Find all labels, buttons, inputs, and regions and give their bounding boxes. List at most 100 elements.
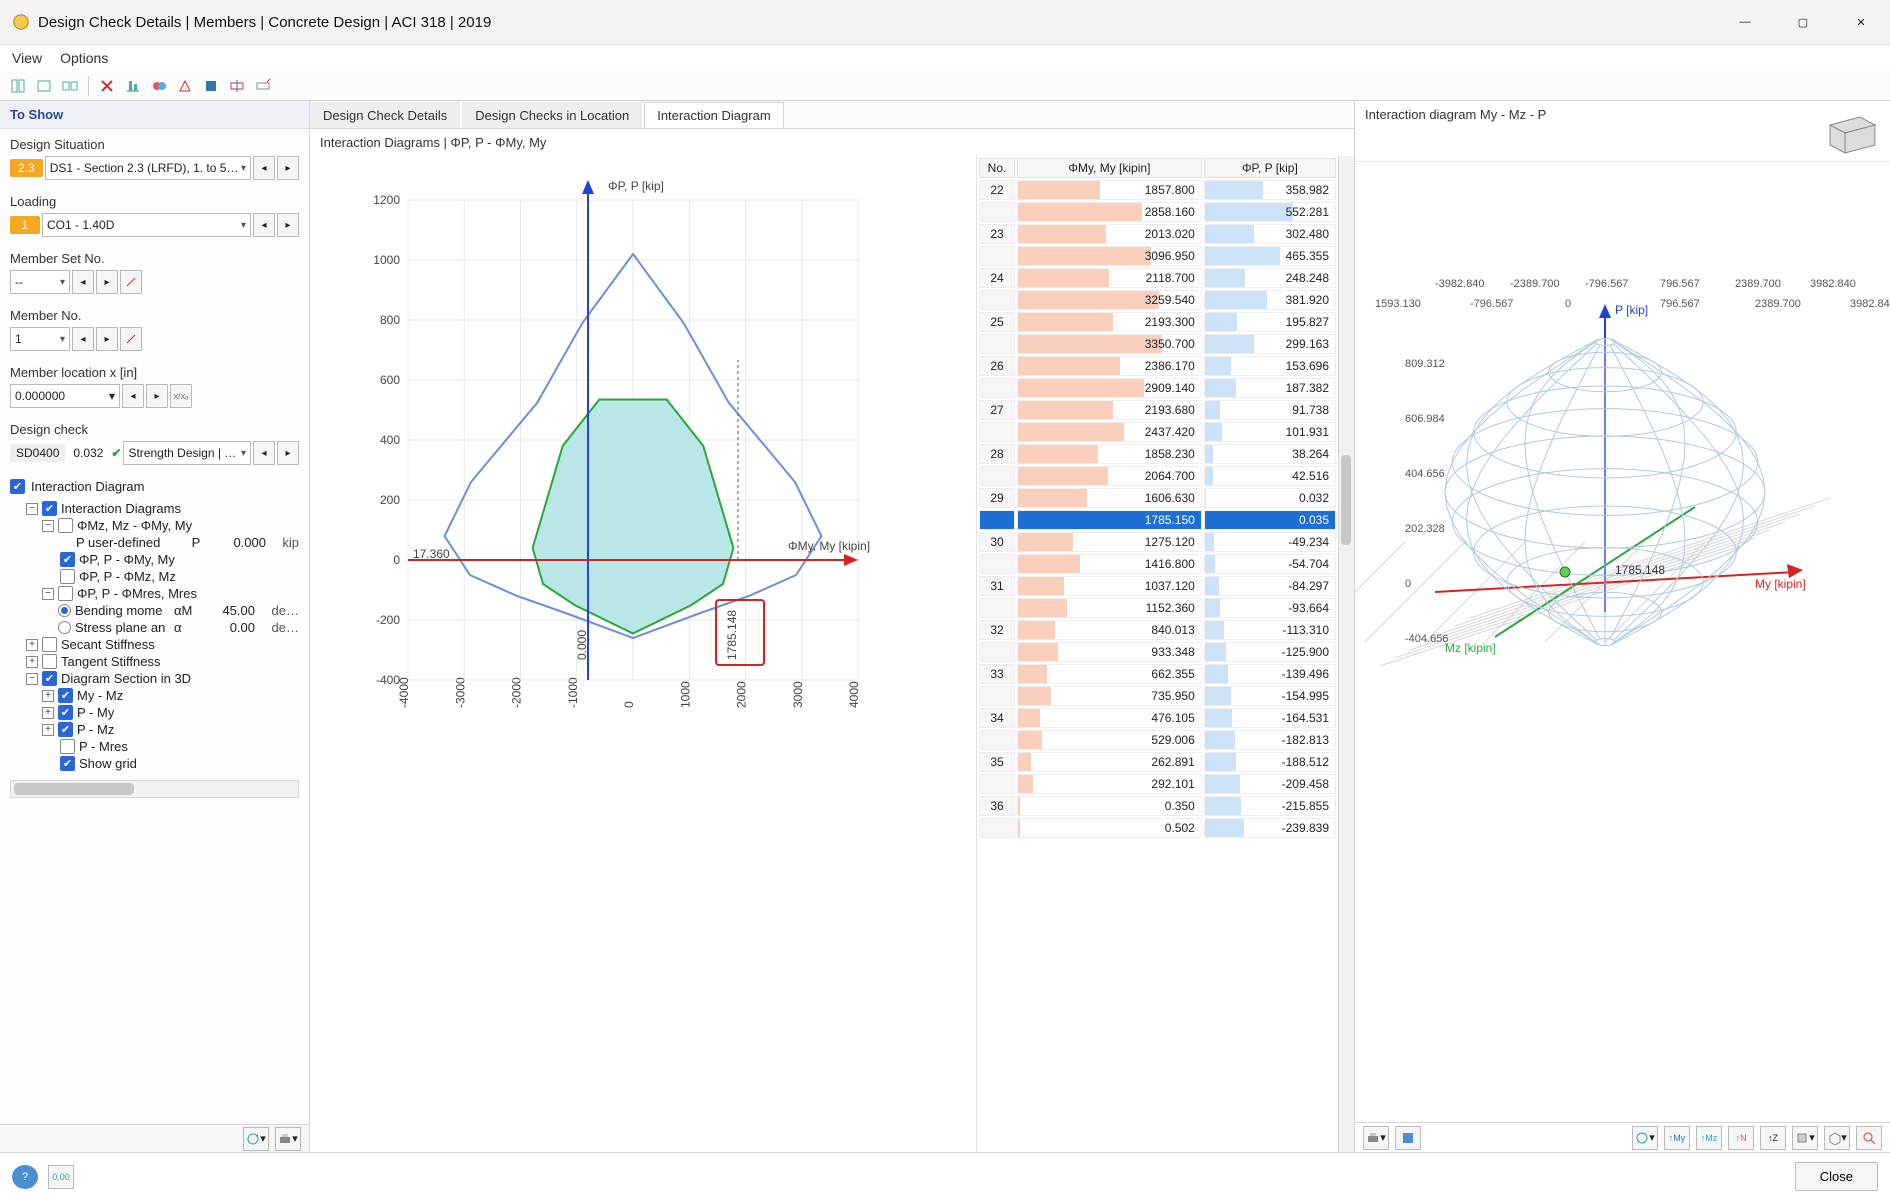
- table-row[interactable]: 35262.891-188.512: [979, 752, 1336, 772]
- exp-n5[interactable]: +: [26, 639, 38, 651]
- memberno-select[interactable]: 1▾: [10, 327, 70, 351]
- memberset-pick[interactable]: [120, 270, 142, 294]
- table-row[interactable]: 242118.700248.248: [979, 268, 1336, 288]
- tool-2[interactable]: [32, 74, 56, 98]
- table-row[interactable]: 3259.540381.920: [979, 290, 1336, 310]
- chk-n3[interactable]: [60, 569, 75, 584]
- location-input[interactable]: 0.000000▾: [10, 384, 120, 408]
- maximize-button[interactable]: ▢: [1774, 0, 1832, 45]
- lp-print-icon[interactable]: ▾: [275, 1127, 301, 1151]
- table-row[interactable]: 262386.170153.696: [979, 356, 1336, 376]
- loading-next[interactable]: ▸: [277, 213, 299, 237]
- units-icon[interactable]: 0.00: [48, 1165, 74, 1189]
- loading-prev[interactable]: ◂: [253, 213, 275, 237]
- rp-section-icon[interactable]: ▾: [1792, 1126, 1818, 1150]
- table-vscroll[interactable]: [1338, 156, 1354, 1152]
- table-row[interactable]: 2909.140187.382: [979, 378, 1336, 398]
- tool-8[interactable]: [199, 74, 223, 98]
- rp-axis-my[interactable]: ↑My: [1664, 1126, 1690, 1150]
- rp-refresh-icon[interactable]: ▾: [1632, 1126, 1658, 1150]
- tool-1[interactable]: [6, 74, 30, 98]
- left-hscroll[interactable]: [10, 780, 299, 798]
- rp-view-icon[interactable]: [1395, 1126, 1421, 1150]
- memberset-prev[interactable]: ◂: [72, 270, 94, 294]
- exp-n1[interactable]: −: [42, 520, 54, 532]
- table-row[interactable]: 232013.020302.480: [979, 224, 1336, 244]
- help-icon[interactable]: ?: [12, 1165, 38, 1189]
- tool-5[interactable]: [121, 74, 145, 98]
- chk-n7d[interactable]: [60, 739, 75, 754]
- chk-n7[interactable]: ✔: [42, 671, 57, 686]
- table-row[interactable]: 33662.355-139.496: [979, 664, 1336, 684]
- chk-n7a[interactable]: ✔: [58, 688, 73, 703]
- table-row[interactable]: 0.502-239.839: [979, 818, 1336, 838]
- rp-print-icon[interactable]: ▾: [1363, 1126, 1389, 1150]
- table-row[interactable]: 292.101-209.458: [979, 774, 1336, 794]
- exp-n6[interactable]: +: [26, 656, 38, 668]
- chk-n6[interactable]: [42, 654, 57, 669]
- tool-3[interactable]: [58, 74, 82, 98]
- table-row[interactable]: 1416.800-54.704: [979, 554, 1336, 574]
- tool-4[interactable]: [95, 74, 119, 98]
- chk-root[interactable]: ✔: [42, 501, 57, 516]
- table-row[interactable]: 281858.23038.264: [979, 444, 1336, 464]
- th-my[interactable]: ΦMy, My [kipin]: [1017, 158, 1202, 178]
- rp-axis-n[interactable]: ↑N: [1728, 1126, 1754, 1150]
- table-row[interactable]: 1152.360-93.664: [979, 598, 1336, 618]
- rad-n4a[interactable]: [58, 604, 71, 617]
- situation-prev[interactable]: ◂: [253, 156, 275, 180]
- table-row[interactable]: 2437.420101.931: [979, 422, 1336, 442]
- table-row[interactable]: 1785.1500.035: [979, 510, 1336, 530]
- tool-7[interactable]: [173, 74, 197, 98]
- chk-n5[interactable]: [42, 637, 57, 652]
- loading-select[interactable]: CO1 - 1.40D▾: [42, 213, 251, 237]
- table-row[interactable]: 272193.68091.738: [979, 400, 1336, 420]
- chk-n7e[interactable]: ✔: [60, 756, 75, 771]
- location-prev[interactable]: ◂: [122, 384, 144, 408]
- rad-n4b[interactable]: [58, 621, 71, 634]
- tool-6[interactable]: [147, 74, 171, 98]
- memberset-next[interactable]: ▸: [96, 270, 118, 294]
- situation-next[interactable]: ▸: [277, 156, 299, 180]
- close-button[interactable]: Close: [1795, 1162, 1878, 1191]
- tool-10[interactable]: [251, 74, 275, 98]
- chk-n7c[interactable]: ✔: [58, 722, 73, 737]
- memberno-prev[interactable]: ◂: [72, 327, 94, 351]
- table-row[interactable]: 221857.800358.982: [979, 180, 1336, 200]
- dc-next[interactable]: ▸: [277, 441, 299, 465]
- table-row[interactable]: 360.350-215.855: [979, 796, 1336, 816]
- rp-axis-mz[interactable]: ↑Mz: [1696, 1126, 1722, 1150]
- exp-n7a[interactable]: +: [42, 690, 54, 702]
- table-row[interactable]: 3096.950465.355: [979, 246, 1336, 266]
- table-row[interactable]: 252193.300195.827: [979, 312, 1336, 332]
- tab-details[interactable]: Design Check Details: [310, 102, 460, 128]
- dc-select[interactable]: Strength Design | …▾: [123, 441, 251, 465]
- table-row[interactable]: 32840.013-113.310: [979, 620, 1336, 640]
- rp-axis-z-icon[interactable]: ↑Z: [1760, 1126, 1786, 1150]
- menu-options[interactable]: Options: [60, 50, 108, 66]
- table-row[interactable]: 529.006-182.813: [979, 730, 1336, 750]
- table-row[interactable]: 735.950-154.995: [979, 686, 1336, 706]
- th-p[interactable]: ΦP, P [kip]: [1204, 158, 1336, 178]
- exp-n4[interactable]: −: [42, 588, 54, 600]
- table-row[interactable]: 2064.70042.516: [979, 466, 1336, 486]
- chk-n1[interactable]: [58, 518, 73, 533]
- chk-n4[interactable]: [58, 586, 73, 601]
- dc-prev[interactable]: ◂: [253, 441, 275, 465]
- chk-interaction-diagram[interactable]: ✔: [10, 479, 25, 494]
- memberno-pick[interactable]: [120, 327, 142, 351]
- exp-n7[interactable]: −: [26, 673, 38, 685]
- exp-n7c[interactable]: +: [42, 724, 54, 736]
- table-row[interactable]: 301275.120-49.234: [979, 532, 1336, 552]
- tool-9[interactable]: [225, 74, 249, 98]
- tab-location[interactable]: Design Checks in Location: [462, 102, 642, 128]
- th-no[interactable]: No.: [979, 158, 1015, 178]
- lp-refresh-icon[interactable]: ▾: [243, 1127, 269, 1151]
- exp-root[interactable]: −: [26, 503, 38, 515]
- table-row[interactable]: 34476.105-164.531: [979, 708, 1336, 728]
- rp-cube-icon[interactable]: ▾: [1824, 1126, 1850, 1150]
- minimize-button[interactable]: —: [1716, 0, 1774, 45]
- table-row[interactable]: 2858.160552.281: [979, 202, 1336, 222]
- close-window-button[interactable]: ✕: [1832, 0, 1890, 45]
- situation-select[interactable]: DS1 - Section 2.3 (LRFD), 1. to 5…▾: [45, 156, 251, 180]
